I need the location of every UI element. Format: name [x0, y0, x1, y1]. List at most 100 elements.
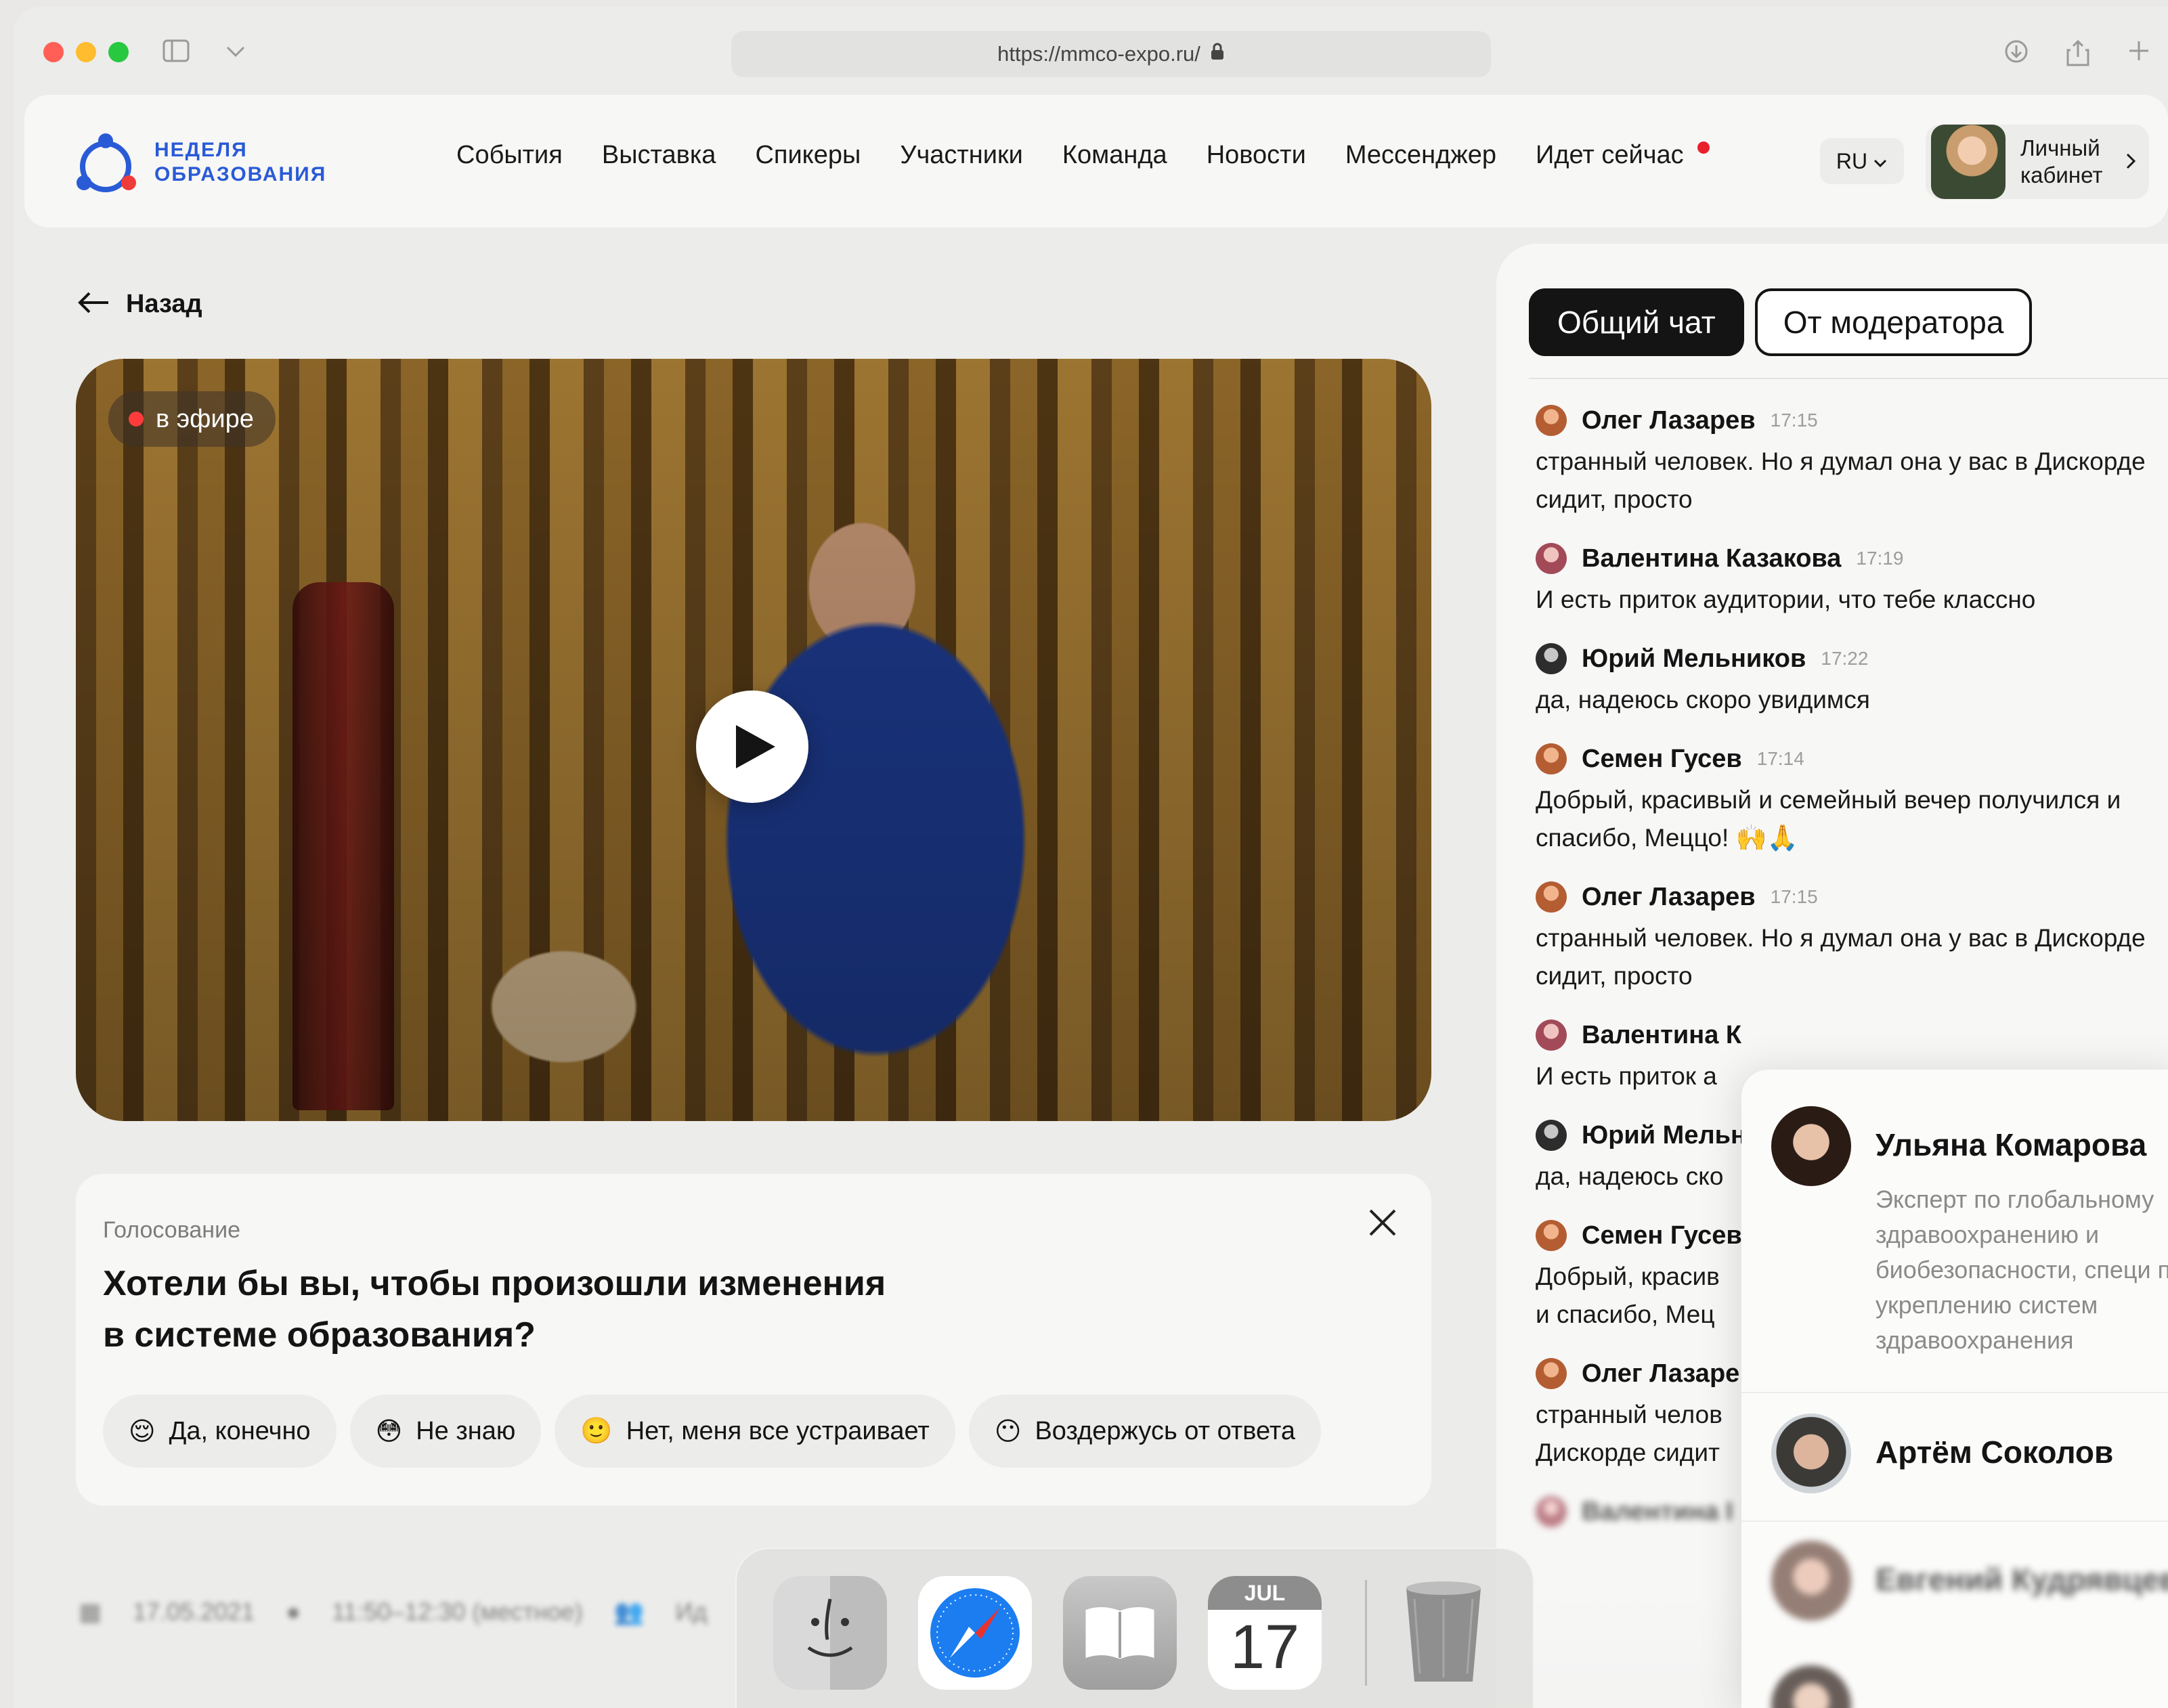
address-bar[interactable]: https://mmco-expo.ru/ [731, 31, 1491, 77]
message-author[interactable]: Юрий Мельников [1582, 644, 1806, 674]
message-author[interactable]: Олег Лазаре [1582, 1359, 1739, 1388]
message-time: 17:15 [1770, 410, 1818, 431]
avatar [1536, 405, 1567, 436]
tab-general-chat[interactable]: Общий чат [1529, 288, 1744, 356]
nav-item-exhibition[interactable]: Выставка [602, 141, 716, 170]
sidebar-toggle-icon[interactable] [162, 39, 190, 68]
calendar-month: JUL [1208, 1576, 1322, 1610]
site-logo[interactable]: НЕДЕЛЯ ОБРАЗОВАНИЯ [72, 129, 326, 196]
avatar [1536, 1020, 1567, 1051]
nav-item-live-now-label: Идет сейчас [1536, 141, 1684, 169]
message-author[interactable]: Семен Гусев [1582, 1221, 1742, 1250]
poll-option-label: Воздержусь от ответа [1035, 1416, 1296, 1445]
event-date: 17.05.2021 [133, 1598, 255, 1625]
zoom-window-button[interactable] [108, 42, 129, 62]
poll-option-label: Да, конечно [169, 1416, 311, 1445]
back-label: Назад [126, 289, 202, 318]
download-icon[interactable] [2004, 39, 2029, 70]
nav-item-messenger[interactable]: Мессенджер [1345, 141, 1496, 170]
lock-icon [1210, 42, 1225, 66]
speaker-divider [1741, 1392, 2168, 1393]
finder-app-icon[interactable] [773, 1576, 887, 1690]
live-indicator-dot [1697, 141, 1710, 154]
close-window-button[interactable] [43, 42, 64, 62]
message-author[interactable]: Валентина Казакова [1582, 544, 1841, 573]
poll-option-no[interactable]: 🙂 Нет, меня все устраивает [555, 1395, 955, 1468]
chevron-down-icon [1873, 149, 1888, 174]
poll-option-label: Не знаю [416, 1416, 516, 1445]
calendar-app-icon[interactable]: JUL 17 [1208, 1576, 1322, 1690]
message-author[interactable]: Семен Гусев [1582, 745, 1742, 774]
message-author[interactable]: Олег Лазарев [1582, 883, 1756, 912]
event-extra: Ид [675, 1598, 708, 1625]
speakers-popup: Ульяна Комарова Эксперт по глобальному з… [1741, 1070, 2168, 1708]
language-selector[interactable]: RU [1820, 138, 1904, 184]
logo-line-2: ОБРАЗОВАНИЯ [154, 163, 327, 185]
tab-moderator[interactable]: От модератора [1754, 288, 2033, 356]
avatar [1536, 643, 1567, 674]
event-time: 11:50–12:30 (местное) [331, 1598, 583, 1625]
message-text: Добрый, красив и спасибо, Мец [1536, 1263, 1720, 1328]
speaker-description: Эксперт по глобальному здравоохранению и… [1876, 1185, 2168, 1354]
tab-overview-chevron-icon[interactable] [225, 39, 246, 68]
message-author[interactable]: Валентина I [1582, 1497, 1733, 1527]
nav-item-speakers[interactable]: Спикеры [755, 141, 861, 170]
logo-mark-icon [77, 133, 136, 192]
poll-kicker: Голосование [103, 1217, 240, 1243]
poll-option-abstain[interactable]: 😶 Воздержусь от ответа [968, 1395, 1322, 1468]
books-app-icon[interactable] [1063, 1576, 1177, 1690]
safari-app-icon[interactable] [918, 1576, 1032, 1690]
poll-option-yes[interactable]: 😌 Да, конечно [103, 1395, 337, 1468]
minimize-window-button[interactable] [76, 42, 96, 62]
nav-item-live-now[interactable]: Идет сейчас [1536, 141, 1710, 170]
nav-item-events[interactable]: События [456, 141, 563, 170]
avatar [1771, 1414, 1851, 1493]
avatar [1536, 1220, 1567, 1251]
avatar [1771, 1541, 1851, 1621]
back-button[interactable]: Назад [77, 286, 202, 322]
message-author[interactable]: Юрий Мельн [1582, 1121, 1746, 1150]
chat-message: Олег Лазарев 17:15 странный человек. Но я… [1536, 401, 2168, 519]
browser-window: https://mmco-expo.ru/ НЕДЕЛЯ ОБРАЗОВАНИЯ… [14, 7, 2168, 1708]
emoji-icon: 🙂 [580, 1417, 613, 1445]
chat-message: Олег Лазарев 17:15 странный человек. Но я… [1536, 877, 2168, 995]
logo-line-1: НЕДЕЛЯ [154, 139, 248, 161]
message-text: да, надеюсь скоро увидимся [1536, 686, 1870, 714]
video-player[interactable]: в эфире [76, 359, 1431, 1121]
trash-icon[interactable] [1387, 1576, 1500, 1690]
speaker-card[interactable]: Евгений Кудрявцев [1771, 1541, 2168, 1621]
emoji-icon: 😳 [375, 1417, 403, 1446]
avatar [1536, 543, 1567, 574]
url-text: https://mmco-expo.ru/ [997, 42, 1200, 66]
account-label-line-2: кабинет [2020, 162, 2103, 188]
speaker-name: Ульяна Комарова [1876, 1127, 2147, 1162]
new-tab-plus-icon[interactable] [2127, 39, 2150, 68]
speaker-card[interactable]: Артём Соколов [1771, 1414, 2113, 1493]
avatar [1536, 1120, 1567, 1151]
speaker-card[interactable]: Ульяна Комарова Эксперт по глобальному з… [1771, 1106, 2168, 1358]
browser-toolbar: https://mmco-expo.ru/ [14, 7, 2168, 92]
message-time: 17:19 [1856, 548, 1904, 569]
message-text: Добрый, красивый и семейный вечер получи… [1536, 786, 2121, 852]
macos-dock: JUL 17 [735, 1548, 1534, 1708]
nav-item-team[interactable]: Команда [1062, 141, 1167, 170]
poll-question-line-2: в системе образования? [103, 1315, 536, 1355]
account-label: Личный кабинет [2020, 135, 2102, 189]
message-time: 17:15 [1770, 886, 1818, 907]
share-icon[interactable] [2066, 39, 2089, 72]
emoji-icon: 😶 [994, 1417, 1022, 1446]
message-text: странный человек. Но я думал она у вас в… [1536, 924, 2146, 990]
poll-option-label: Нет, меня все устраивает [626, 1416, 930, 1445]
nav-item-participants[interactable]: Участники [900, 141, 1023, 170]
nav-item-news[interactable]: Новости [1207, 141, 1306, 170]
calendar-day: 17 [1230, 1613, 1300, 1682]
account-button[interactable]: Личный кабинет [1926, 125, 2149, 199]
message-text: И есть приток аудитории, что тебе классн… [1536, 586, 2036, 613]
message-author[interactable]: Олег Лазарев [1582, 406, 1756, 435]
message-author[interactable]: Валентина К [1582, 1021, 1741, 1050]
speaker-card[interactable] [1771, 1665, 1851, 1708]
close-icon[interactable] [1361, 1201, 1404, 1244]
play-button[interactable] [696, 691, 808, 803]
chat-message: Валентина Казакова 17:19 И есть приток ау… [1536, 539, 2168, 619]
poll-option-dont-know[interactable]: 😳 Не знаю [349, 1395, 542, 1468]
